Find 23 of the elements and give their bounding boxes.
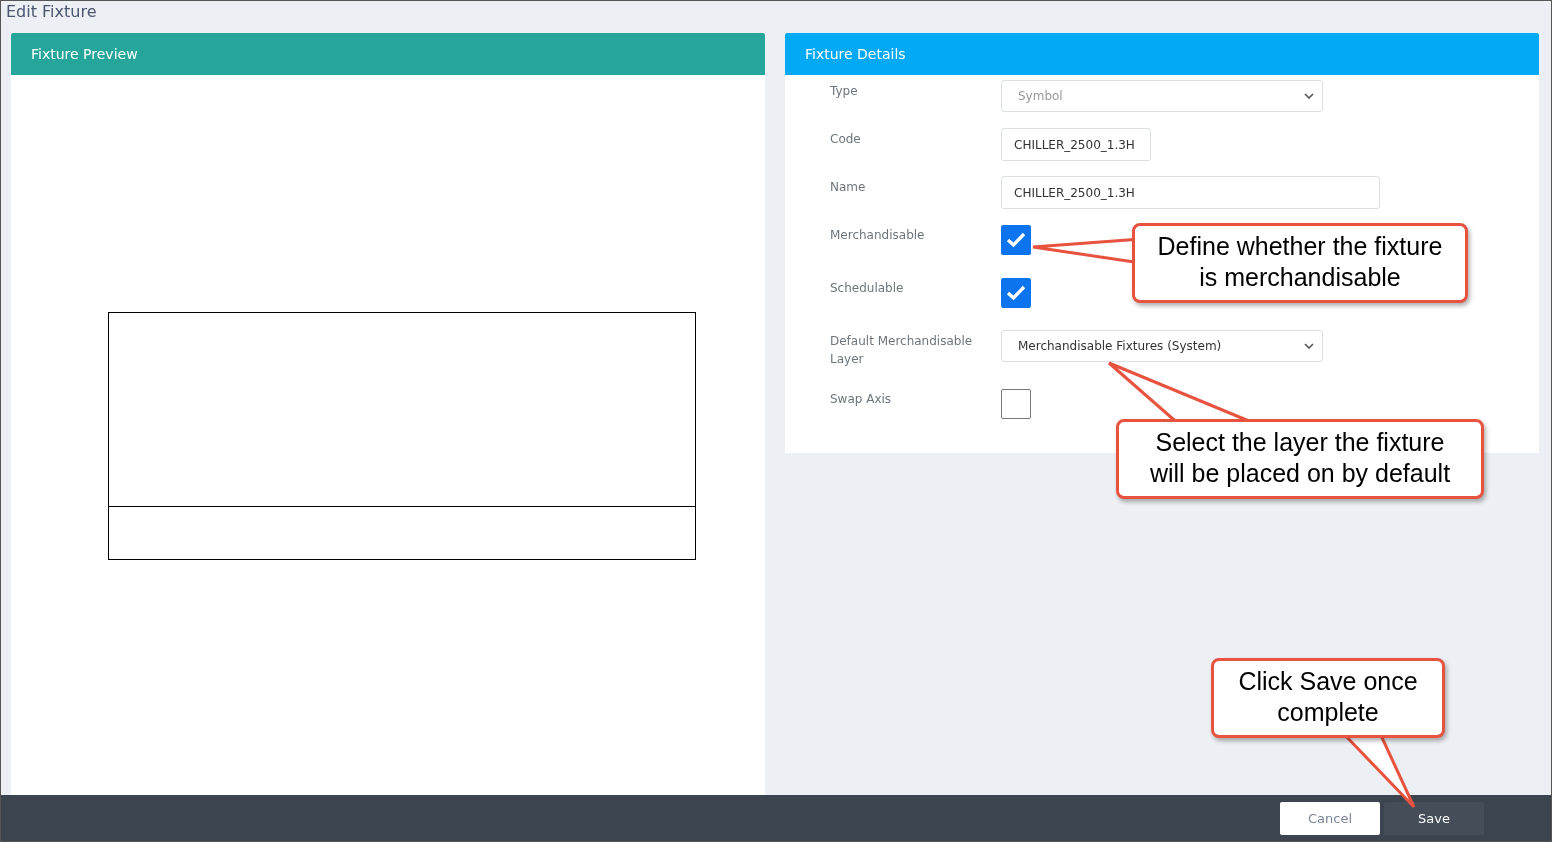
panel-header: Fixture Preview xyxy=(11,33,765,75)
chevron-down-icon xyxy=(1304,93,1314,99)
checkmark-icon xyxy=(1006,285,1026,301)
field-label: Name xyxy=(830,179,867,196)
callout: Define whether the fixture is merchandisable xyxy=(1132,223,1468,303)
text-input[interactable]: CHILLER_2500_1.3H xyxy=(1001,128,1151,161)
cancel-button[interactable]: Cancel xyxy=(1280,801,1380,835)
checkbox[interactable] xyxy=(1001,389,1031,419)
field-label: Schedulable xyxy=(830,280,905,297)
checkbox[interactable] xyxy=(1001,278,1031,308)
field-label: Code xyxy=(830,131,862,148)
checkbox[interactable] xyxy=(1001,225,1031,255)
field-label: Type xyxy=(830,83,859,100)
save-button[interactable]: Save xyxy=(1384,801,1484,835)
field-label: Swap Axis xyxy=(830,391,893,408)
panel-header: Fixture Details xyxy=(785,33,1539,75)
chevron-down-icon xyxy=(1304,343,1314,349)
text-input[interactable]: CHILLER_2500_1.3H xyxy=(1001,176,1380,209)
window-title: Edit Fixture xyxy=(6,2,97,21)
dropdown[interactable]: Merchandisable Fixtures (System) xyxy=(1001,330,1323,362)
checkmark-icon xyxy=(1006,232,1026,248)
field-label: Default Merchandisable Layer xyxy=(830,333,974,368)
field-label: Merchandisable xyxy=(830,227,926,244)
